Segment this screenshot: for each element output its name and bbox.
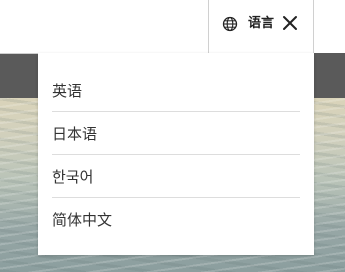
- page: 语言 英语 日本语 한국어 简体中文: [0, 0, 345, 272]
- globe-icon: [222, 16, 238, 32]
- close-icon[interactable]: [282, 15, 298, 31]
- language-label[interactable]: 语言: [248, 15, 274, 33]
- language-option-japanese[interactable]: 日本语: [52, 112, 300, 155]
- language-option-simplified-chinese[interactable]: 简体中文: [52, 198, 300, 241]
- language-option-korean[interactable]: 한국어: [52, 155, 300, 198]
- language-option-english[interactable]: 英语: [52, 69, 300, 112]
- language-dropdown: 英语 日本语 한국어 简体中文: [38, 53, 314, 255]
